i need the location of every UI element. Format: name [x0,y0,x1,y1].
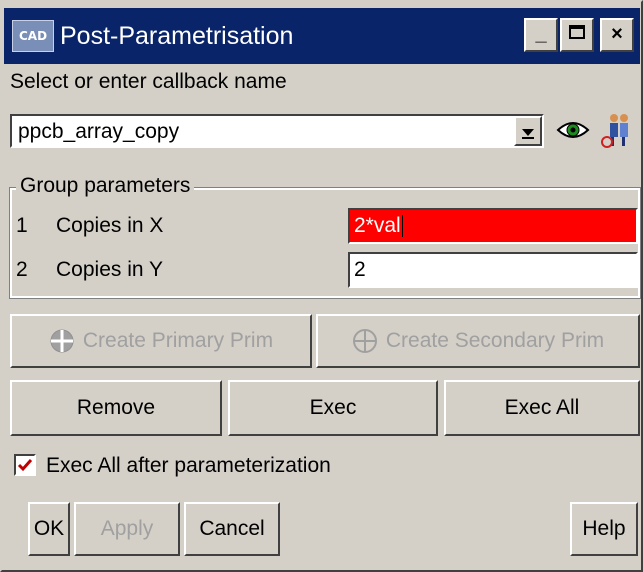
group-parameters-title: Group parameters [16,174,195,198]
minimize-icon: _ [535,23,547,45]
param-name-copies-y: Copies in Y [56,258,164,281]
create-primary-prim-button[interactable]: Create Primary Prim [10,314,312,368]
param-input-copies-x[interactable]: 2*val [348,208,638,244]
app-logo-icon: CAD [12,20,54,52]
create-secondary-prim-button[interactable]: Create Secondary Prim [316,314,640,368]
create-primary-prim-label: Create Primary Prim [82,329,274,352]
exec-button[interactable]: Exec [228,380,438,436]
window-title: Post-Parametrisation [60,22,294,50]
crosshair-circle-icon [352,329,377,354]
dialog-window: CAD Post-Parametrisation _ × Select or e… [0,0,643,572]
minimize-button[interactable]: _ [524,18,558,52]
close-icon: × [611,23,623,45]
param-value-copies-x: 2*val [354,214,401,237]
eye-icon[interactable] [556,118,590,142]
param-input-copies-y[interactable]: 2 [348,252,638,288]
callback-label: Select or enter callback name [10,70,287,93]
exec-all-checkbox[interactable] [14,454,36,476]
param-row-number: 2 [16,258,28,281]
exec-all-checkbox-label: Exec All after parameterization [46,454,331,477]
checkmark-icon [17,459,33,472]
dropdown-arrow-icon[interactable] [514,116,542,146]
people-icon[interactable] [600,110,634,150]
close-button[interactable]: × [600,18,634,52]
callback-combobox[interactable]: ppcb_array_copy [10,114,544,148]
create-secondary-prim-label: Create Secondary Prim [385,329,605,352]
exec-all-button[interactable]: Exec All [444,380,640,436]
remove-button[interactable]: Remove [10,380,222,436]
apply-button[interactable]: Apply [74,502,180,556]
title-bar[interactable]: CAD Post-Parametrisation _ × [4,8,640,64]
cancel-button[interactable]: Cancel [184,502,280,556]
param-value-copies-y: 2 [354,258,366,281]
callback-value: ppcb_array_copy [18,120,180,143]
maximize-button[interactable] [560,18,594,52]
maximize-icon [569,25,585,39]
text-cursor [401,215,403,238]
help-button[interactable]: Help [570,502,638,556]
param-row-number: 1 [16,214,28,237]
param-name-copies-x: Copies in X [56,214,164,237]
crosshair-circle-icon [50,329,74,353]
ok-button[interactable]: OK [28,502,70,556]
